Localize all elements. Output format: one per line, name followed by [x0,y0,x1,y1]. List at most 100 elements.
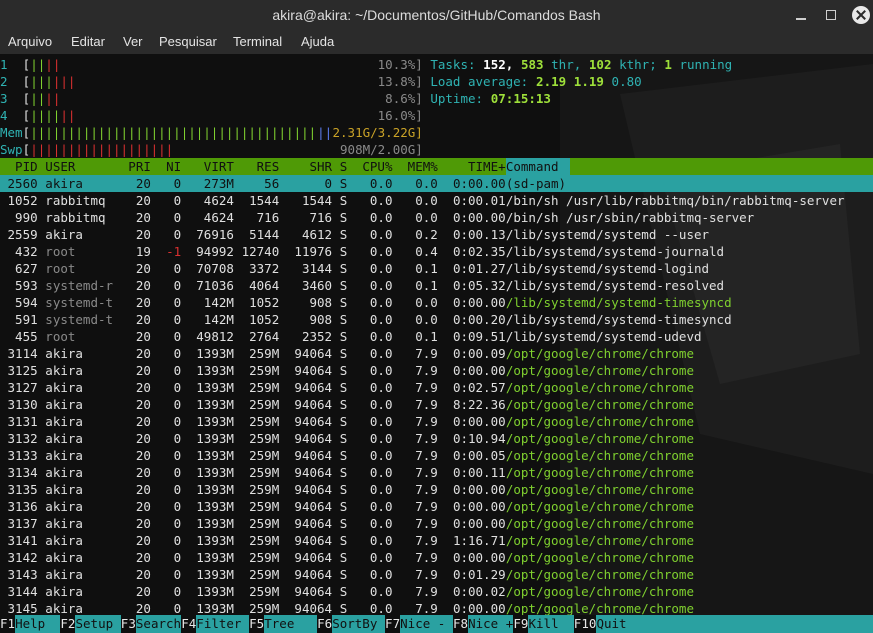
cell-ni: 0 [158,380,182,395]
cell-pri: 20 [113,465,151,480]
function-key-f3[interactable]: F3 [120,615,136,633]
process-row[interactable]: 990 rabbitmq 20 0 4624 716 716 S 0.0 0.0 0… [0,209,873,226]
function-label-sortby[interactable]: SortBy [332,615,377,633]
process-row[interactable]: 3141 akira 20 0 1393M 259M 94064 S 0.0 7.9… [0,532,873,549]
mem-meter-value: 2.31G/3.22G] [332,125,423,140]
menu-pesquisar[interactable]: Pesquisar [159,34,217,49]
menu-arquivo[interactable]: Arquivo [8,34,52,49]
function-label-kill[interactable]: Kill [529,615,559,633]
process-row[interactable]: 3125 akira 20 0 1393M 259M 94064 S 0.0 7.9… [0,362,873,379]
process-row[interactable]: 627 root 20 0 70708 3372 3144 S 0.0 0.1 0:… [0,260,873,277]
cell-time: 0:00.11 [437,465,506,480]
column-header-s[interactable]: S [340,158,348,175]
process-row[interactable]: 3135 akira 20 0 1393M 259M 94064 S 0.0 7.9… [0,481,873,498]
cell-cpu: 0.0 [354,363,393,378]
function-label-nice[interactable]: Nice - [400,615,445,633]
menu-ajuda[interactable]: Ajuda [301,34,334,49]
menu-ver[interactable]: Ver [123,34,143,49]
process-row[interactable]: 3137 akira 20 0 1393M 259M 94064 S 0.0 7.9… [0,515,873,532]
cell-user: akira [45,176,83,191]
cell-ni: 0 [158,431,182,446]
cell-shr: 3460 [286,278,333,293]
process-row[interactable]: 3144 akira 20 0 1393M 259M 94064 S 0.0 7.9… [0,583,873,600]
process-row[interactable]: 455 root 20 0 49812 2764 2352 S 0.0 0.1 0:… [0,328,873,345]
function-key-f7[interactable]: F7 [385,615,401,633]
cell-user: akira [45,380,83,395]
cell-pid: 3131 [0,414,38,429]
close-icon[interactable] [852,6,870,24]
function-label-quit[interactable]: Quit [596,615,626,633]
cell-ni: 0 [158,482,182,497]
process-row[interactable]: 3130 akira 20 0 1393M 259M 94064 S 0.0 7.9… [0,396,873,413]
process-row[interactable]: 593 systemd-r 20 0 71036 4064 3460 S 0.0 0… [0,277,873,294]
menu-terminal[interactable]: Terminal [233,34,282,49]
cell-res: 2764 [241,329,280,344]
maximize-icon[interactable] [822,6,840,24]
function-label-filter[interactable]: Filter [196,615,241,633]
column-header-virt[interactable]: VIRT [189,158,234,175]
function-key-f1[interactable]: F1 [0,615,16,633]
terminal-area[interactable]: 1[|| || 10.3%] 2[||| ||| 13.8%] 3[|| || 8.6%] 4[|… [0,54,873,633]
process-row[interactable]: 1052 rabbitmq 20 0 4624 1544 1544 S 0.0 0.… [0,192,873,209]
cell-mem: 0.1 [400,261,438,276]
function-label-tree[interactable]: Tree [264,615,294,633]
function-key-f4[interactable]: F4 [181,615,197,633]
menu-editar[interactable]: Editar [71,34,105,49]
process-row[interactable]: 3142 akira 20 0 1393M 259M 94064 S 0.0 7.9… [0,549,873,566]
cell-shr: 3144 [286,261,333,276]
cell-mem: 0.0 [400,176,438,191]
cell-time: 0:02.35 [437,244,506,259]
cell-user: akira [45,550,83,565]
process-table-header[interactable]: PID USER PRI NI VIRT RES SHR S CPU% MEM% T… [0,158,873,175]
column-header-res[interactable]: RES [242,158,280,175]
column-header-cmd[interactable]: Command [506,158,559,175]
process-row[interactable]: 3114 akira 20 0 1393M 259M 94064 S 0.0 7.9… [0,345,873,362]
function-key-f5[interactable]: F5 [249,615,265,633]
process-row[interactable]: 591 systemd-t 20 0 142M 1052 908 S 0.0 0.0… [0,311,873,328]
cell-mem: 0.1 [400,278,438,293]
function-key-f10[interactable]: F10 [573,615,597,633]
cell-cpu: 0.0 [354,516,393,531]
function-key-f2[interactable]: F2 [60,615,76,633]
process-row[interactable]: 3132 akira 20 0 1393M 259M 94064 S 0.0 7.9… [0,430,873,447]
cell-cmd: /opt/google/chrome/chrome [505,567,694,582]
process-row[interactable]: 3131 akira 20 0 1393M 259M 94064 S 0.0 7.9… [0,413,873,430]
column-header-mem[interactable]: MEM% [400,158,438,175]
cell-cpu: 0.0 [354,550,393,565]
column-header-ni[interactable]: NI [159,158,181,175]
function-label-setup[interactable]: Setup [76,615,114,633]
process-row[interactable]: 3136 akira 20 0 1393M 259M 94064 S 0.0 7.9… [0,498,873,515]
column-header-pid[interactable]: PID [0,158,38,175]
column-header-shr[interactable]: SHR [287,158,332,175]
process-row[interactable]: 2559 akira 20 0 76916 5144 4612 S 0.0 0.2 … [0,226,873,243]
column-header-time[interactable]: TIME+ [438,158,506,175]
cell-shr: 94064 [286,499,333,514]
cell-virt: 1393M [188,550,234,565]
process-row[interactable]: 432 root 19 -1 94992 12740 11976 S 0.0 0.4 … [0,243,873,260]
column-header-cpu[interactable]: CPU% [355,158,392,175]
process-row[interactable]: 3127 akira 20 0 1393M 259M 94064 S 0.0 7.9… [0,379,873,396]
process-row[interactable]: 3143 akira 20 0 1393M 259M 94064 S 0.0 7.9… [0,566,873,583]
cell-user: akira [45,533,83,548]
function-label-search[interactable]: Search [136,615,181,633]
column-header-user[interactable]: USER [45,158,75,175]
cell-cmd: /opt/google/chrome/chrome [505,584,694,599]
function-key-f9[interactable]: F9 [513,615,529,633]
cell-pid: 990 [0,210,38,225]
cell-cmd: /opt/google/chrome/chrome [505,482,694,497]
function-label-nice[interactable]: Nice + [468,615,513,633]
minimize-icon[interactable] [792,6,810,24]
cell-cmd: /lib/systemd/systemd --user [505,227,710,242]
function-key-f6[interactable]: F6 [317,615,333,633]
function-label-help[interactable]: Help [15,615,45,633]
process-row[interactable]: 3134 akira 20 0 1393M 259M 94064 S 0.0 7.9… [0,464,873,481]
function-key-f8[interactable]: F8 [453,615,469,633]
process-row[interactable]: 594 systemd-t 20 0 142M 1052 908 S 0.0 0.0… [0,294,873,311]
cell-cmd: /opt/google/chrome/chrome [505,431,694,446]
cell-cpu: 0.0 [354,295,393,310]
cell-cpu: 0.0 [354,482,393,497]
cell-virt: 4624 [188,193,234,208]
column-header-pri[interactable]: PRI [113,158,151,175]
process-row[interactable]: 2560 akira 20 0 273M 56 0S 0.0 0.0 0:00.0… [0,175,873,192]
process-row[interactable]: 3133 akira 20 0 1393M 259M 94064 S 0.0 7.9… [0,447,873,464]
